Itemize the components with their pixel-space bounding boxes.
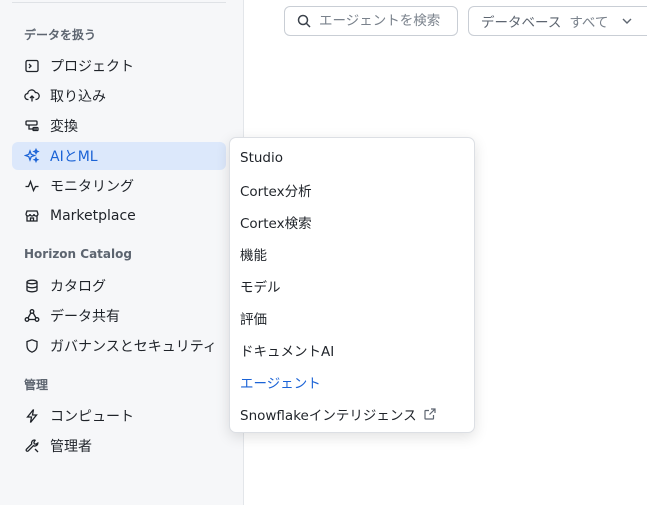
sidebar-item-label: プロジェクト	[50, 59, 134, 75]
sidebar-item-label: AIとML	[50, 149, 98, 165]
external-link-icon	[423, 407, 437, 421]
menu-item-studio[interactable]: Studio	[240, 146, 283, 170]
database-filter-value: すべて	[569, 15, 609, 31]
database-filter-label: データベース	[481, 15, 562, 31]
sidebar-item-label: ガバナンスとセキュリティ	[50, 339, 217, 355]
sidebar: データを扱う プロジェクト 取り込み 変換 AIとML モニタリング Marke…	[0, 0, 244, 505]
menu-item-evaluation[interactable]: 評価	[240, 306, 267, 330]
section-title-work-with-data: データを扱う	[24, 28, 97, 42]
agent-search[interactable]	[284, 6, 458, 36]
menu-item-models[interactable]: モデル	[240, 274, 281, 298]
sidebar-item-governance[interactable]: ガバナンスとセキュリティ	[12, 332, 226, 360]
lightning-icon	[24, 408, 40, 424]
terminal-icon	[24, 58, 40, 74]
storefront-icon	[24, 208, 40, 224]
pulse-icon	[24, 178, 40, 194]
menu-item-snowflake-intelligence[interactable]: Snowflakeインテリジェンス	[240, 402, 437, 426]
menu-item-cortex-analyst[interactable]: Cortex分析	[240, 178, 312, 202]
sidebar-item-label: Marketplace	[50, 208, 136, 224]
sidebar-item-catalog[interactable]: カタログ	[12, 272, 226, 300]
menu-item-agents[interactable]: エージェント	[240, 370, 321, 394]
cloud-upload-icon	[24, 88, 40, 104]
chevron-down-icon	[620, 14, 634, 28]
sidebar-item-label: 変換	[50, 119, 78, 135]
sparkle-icon	[24, 148, 40, 164]
sidebar-item-ingestion[interactable]: 取り込み	[12, 82, 226, 110]
sidebar-item-compute[interactable]: コンピュート	[12, 402, 226, 430]
sidebar-item-label: 管理者	[50, 439, 92, 455]
shield-icon	[24, 338, 40, 354]
sidebar-item-label: データ共有	[50, 309, 120, 325]
sidebar-item-ai-ml[interactable]: AIとML	[12, 142, 226, 170]
search-icon	[296, 13, 312, 29]
sidebar-item-marketplace[interactable]: Marketplace	[12, 202, 226, 230]
sidebar-item-monitoring[interactable]: モニタリング	[12, 172, 226, 200]
database-filter-dropdown[interactable]: データベース すべて	[468, 6, 647, 36]
menu-item-features[interactable]: 機能	[240, 242, 267, 266]
section-title-admin: 管理	[24, 378, 49, 392]
sidebar-item-projects[interactable]: プロジェクト	[12, 52, 226, 80]
share-icon	[24, 308, 40, 324]
ai-ml-submenu: Studio Cortex分析 Cortex検索 機能 モデル 評価 ドキュメン…	[229, 137, 475, 433]
section-title-horizon-catalog: Horizon Catalog	[24, 247, 132, 261]
sidebar-item-label: コンピュート	[50, 409, 134, 425]
sidebar-item-data-sharing[interactable]: データ共有	[12, 302, 226, 330]
menu-item-label: Snowflakeインテリジェンス	[240, 408, 417, 424]
sidebar-item-label: モニタリング	[50, 179, 134, 195]
sidebar-item-transform[interactable]: 変換	[12, 112, 226, 140]
menu-item-document-ai[interactable]: ドキュメントAI	[240, 338, 334, 362]
menu-item-cortex-search[interactable]: Cortex検索	[240, 210, 312, 234]
wrench-icon	[24, 438, 40, 454]
divider	[12, 2, 226, 3]
sidebar-item-admin[interactable]: 管理者	[12, 432, 226, 460]
transform-icon	[24, 118, 40, 134]
search-input[interactable]	[319, 13, 449, 29]
sidebar-item-label: カタログ	[50, 279, 106, 295]
sidebar-item-label: 取り込み	[50, 89, 106, 105]
database-icon	[24, 278, 40, 294]
